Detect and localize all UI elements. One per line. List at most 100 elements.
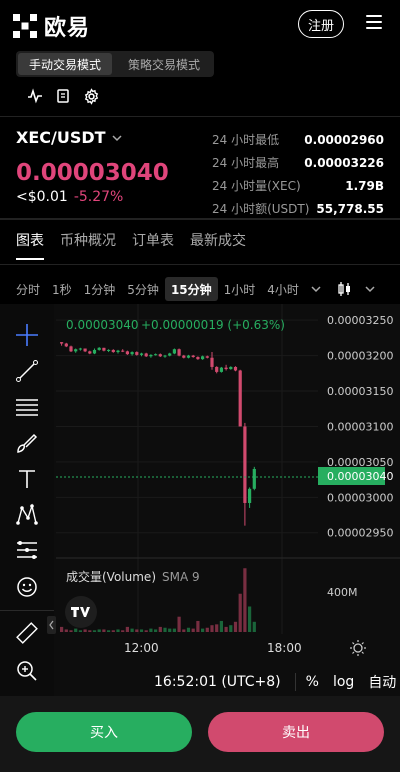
- candle-body: [139, 353, 144, 355]
- time-tick-12: 12:00: [124, 641, 159, 655]
- buy-button[interactable]: 买入: [16, 712, 192, 752]
- price-subline: <$0.01 -5.27%: [16, 189, 123, 205]
- volume-bar: [163, 627, 167, 632]
- stat-row-low: 24 小时最低 0.00002960: [212, 128, 384, 151]
- candle-body: [172, 349, 176, 354]
- brush-icon[interactable]: [14, 430, 40, 456]
- percent-scale-button[interactable]: %: [306, 674, 319, 690]
- volume-bar: [196, 620, 200, 632]
- trading-pair-selector[interactable]: XEC/USDT: [16, 128, 122, 147]
- volume-bar: [219, 620, 223, 632]
- tradingview-logo-icon[interactable]: [65, 596, 97, 628]
- interval-1s[interactable]: 1秒: [46, 277, 78, 301]
- crosshair-icon[interactable]: [14, 322, 40, 348]
- interval-1m[interactable]: 1分钟: [78, 277, 122, 301]
- chart-legend-change: +0.00000019 (+0.63%): [141, 318, 285, 332]
- tab-chart[interactable]: 图表: [16, 230, 44, 250]
- price-tick: 0.00003050: [327, 456, 393, 469]
- candle-body: [83, 348, 87, 352]
- auto-scale-button[interactable]: 自动: [368, 672, 396, 692]
- candle-body: [224, 367, 228, 370]
- candle-body: [60, 342, 64, 344]
- price-chart[interactable]: 0.00003040 +0.00000019 (+0.63%) 成交量(Volu…: [0, 304, 400, 696]
- drawing-toolbar: [0, 312, 54, 696]
- volume-sma-label: SMA 9: [162, 570, 200, 584]
- active-tab-indicator: [16, 258, 44, 260]
- price-tick: 0.00002950: [327, 527, 393, 540]
- interval-5m[interactable]: 5分钟: [121, 277, 165, 301]
- tab-overview[interactable]: 币种概况: [60, 230, 116, 250]
- candle-body: [149, 354, 153, 357]
- logo[interactable]: 欧易: [12, 10, 90, 42]
- register-button[interactable]: 注册: [298, 10, 344, 38]
- horizontal-lines-icon[interactable]: [14, 394, 40, 420]
- candle-body: [168, 353, 172, 356]
- brand-name: 欧易: [44, 16, 91, 41]
- candle-body: [74, 349, 78, 352]
- trend-line-icon[interactable]: [14, 358, 40, 384]
- interval-1h[interactable]: 1小时: [218, 277, 262, 301]
- volume-label: 成交量(Volume): [66, 569, 156, 584]
- stat-label: 24 小时最高: [212, 156, 280, 170]
- candle-type-icon[interactable]: [331, 277, 359, 301]
- manual-trade-mode-tab[interactable]: 手动交易模式: [18, 53, 112, 75]
- volume-bar: [92, 630, 97, 632]
- volume-bar: [177, 616, 181, 632]
- volume-bar: [116, 629, 120, 632]
- candle-body: [125, 351, 129, 355]
- more-intervals-chevron-icon[interactable]: [305, 277, 327, 301]
- emoji-icon[interactable]: [14, 574, 40, 600]
- stat-value: 1.79B: [345, 178, 384, 193]
- candle-body: [163, 355, 167, 357]
- candle-body: [210, 357, 214, 367]
- volume-bar: [121, 630, 125, 632]
- tab-order-book[interactable]: 订单表: [132, 230, 174, 250]
- interval-4h[interactable]: 4小时: [261, 277, 305, 301]
- candle-body: [88, 351, 92, 354]
- candle-body: [154, 354, 158, 356]
- ruler-icon[interactable]: [14, 620, 40, 646]
- volume-bar: [233, 621, 238, 632]
- hamburger-menu-icon[interactable]: [366, 15, 382, 29]
- activity-icon[interactable]: [26, 87, 44, 105]
- candle-body: [111, 349, 115, 353]
- volume-bar: [201, 628, 205, 632]
- time-tick-18: 18:00: [267, 641, 302, 655]
- candle-body: [238, 370, 242, 427]
- usd-value: <$0.01: [16, 189, 68, 205]
- price-tick: 0.00003000: [327, 491, 393, 504]
- zoom-in-icon[interactable]: [14, 658, 40, 684]
- sell-button[interactable]: 卖出: [208, 712, 384, 752]
- tab-latest-trades[interactable]: 最新成交: [190, 230, 246, 250]
- log-scale-button[interactable]: log: [333, 674, 354, 690]
- last-price: 0.00003040: [16, 160, 169, 186]
- strategy-trade-mode-tab[interactable]: 策略交易模式: [116, 53, 212, 75]
- document-icon[interactable]: [54, 87, 72, 105]
- candle-body: [177, 349, 181, 356]
- stat-value: 0.00002960: [304, 132, 384, 147]
- candle-body: [196, 357, 200, 360]
- stat-row-high: 24 小时最高 0.00003226: [212, 151, 384, 174]
- chart-type-chevron-icon[interactable]: [359, 277, 381, 301]
- volume-bar: [111, 630, 115, 632]
- text-tool-icon[interactable]: [14, 466, 40, 492]
- volume-bar: [64, 629, 68, 632]
- candle-body: [205, 356, 209, 358]
- interval-15m[interactable]: 15分钟: [164, 277, 218, 301]
- volume-bar: [139, 629, 144, 632]
- fib-levels-icon[interactable]: [14, 538, 40, 564]
- interval-selector: 分时 1秒 1分钟 5分钟 15分钟 1小时 4小时: [0, 274, 400, 304]
- candle-body: [92, 349, 97, 354]
- timezone-clock[interactable]: 16:52:01 (UTC+8): [154, 674, 281, 690]
- divider: [0, 116, 400, 117]
- volume-bar: [186, 627, 191, 632]
- candle-body: [102, 347, 106, 351]
- volume-bar: [154, 629, 158, 632]
- pattern-tool-icon[interactable]: [14, 502, 40, 528]
- volume-bar: [210, 625, 214, 632]
- volume-bar: [60, 626, 64, 632]
- settings-gear-icon[interactable]: [82, 87, 100, 105]
- last-price-tag-text: 0.00003040: [327, 470, 393, 483]
- interval-timeline[interactable]: 分时: [16, 277, 46, 301]
- candle-body: [130, 352, 134, 355]
